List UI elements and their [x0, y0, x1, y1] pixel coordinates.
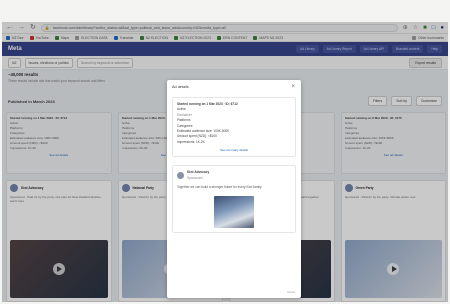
avatar — [177, 172, 184, 180]
ad-details-modal: Ad details × Started running on 1 Mar 20… — [167, 80, 301, 298]
creative-text: Together we can build a stronger future … — [177, 185, 263, 190]
close-button[interactable]: Close — [287, 290, 295, 294]
browser-window: ← → ↻ 🔒 facebook.com/ads/library/?active… — [2, 22, 448, 302]
creative-image[interactable] — [214, 195, 254, 228]
sponsored-label: Sponsored — [187, 175, 203, 180]
ad-summary-section: Started running on 1 Mar 2023 · ID: 6712… — [172, 97, 296, 158]
close-icon[interactable]: × — [291, 84, 295, 90]
ad-creative: Kiwi Advocacy Sponsored Together we can … — [172, 165, 296, 233]
modal-line: Impressions: 1K-2K — [177, 139, 205, 144]
modal-title: Ad details — [172, 85, 189, 89]
see-summary-link[interactable]: See summary details — [177, 148, 291, 152]
advertiser-name[interactable]: Kiwi Advocacy — [187, 170, 209, 175]
creative-header: Kiwi Advocacy Sponsored — [177, 170, 291, 181]
